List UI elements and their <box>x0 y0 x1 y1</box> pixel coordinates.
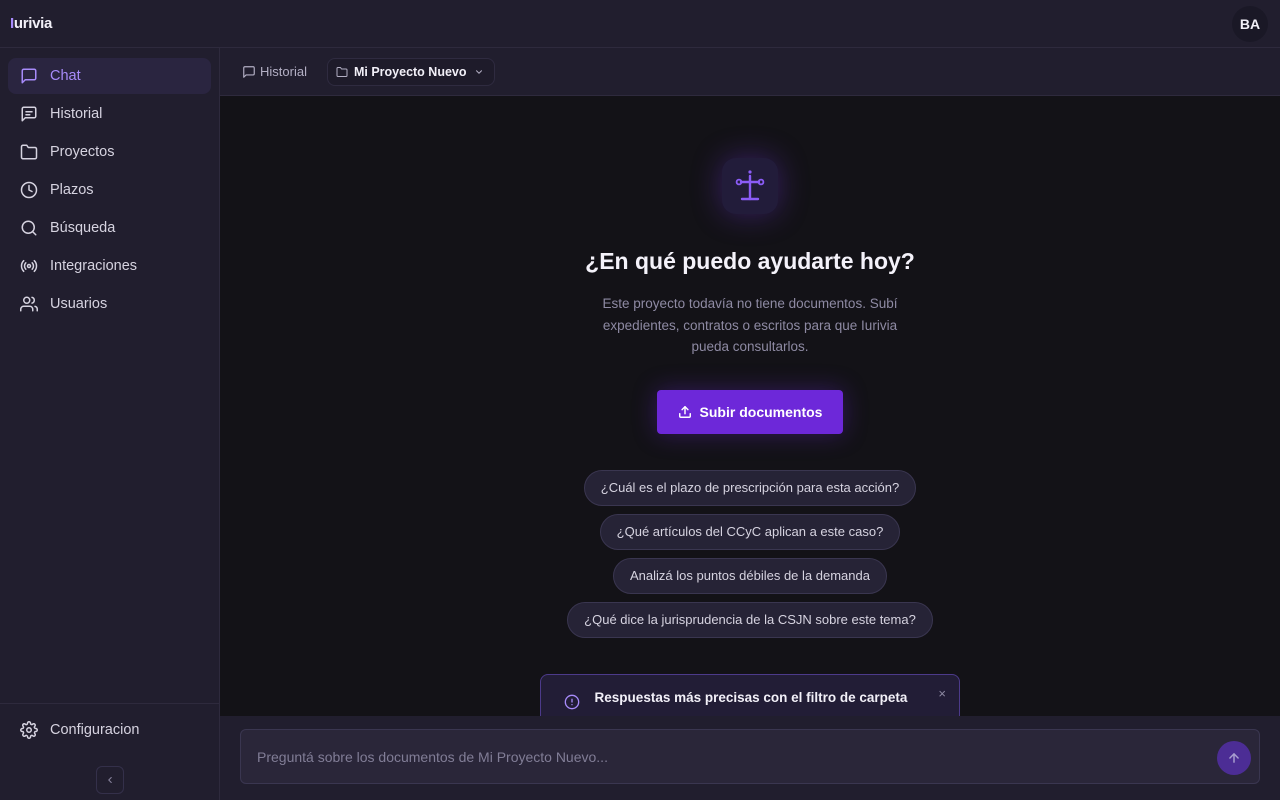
history-link-label: Historial <box>260 64 307 79</box>
sidebar-nav: Chat Historial Proyectos Plazos Búsqueda <box>0 48 219 334</box>
clock-icon <box>20 181 38 199</box>
history-link[interactable]: Historial <box>242 64 307 79</box>
sidebar-item-label: Plazos <box>50 182 94 198</box>
close-icon[interactable]: × <box>938 686 946 701</box>
logo-text: urivia <box>13 15 53 32</box>
users-icon <box>20 295 38 313</box>
folder-icon <box>20 143 38 161</box>
sidebar-item-label: Búsqueda <box>50 220 116 236</box>
arrow-up-icon <box>1229 753 1239 763</box>
sidebar-item-chat[interactable]: Chat <box>8 58 211 94</box>
sidebar-item-label: Proyectos <box>50 144 115 160</box>
message-list-icon <box>20 105 38 123</box>
collapse-sidebar-button[interactable] <box>95 766 124 794</box>
notice-title: Respuestas más precisas con el filtro de… <box>594 690 908 705</box>
main-header: Historial Mi Proyecto Nuevo <box>220 48 1280 96</box>
sidebar-item-integraciones[interactable]: Integraciones <box>8 248 211 284</box>
chevron-left-icon <box>107 776 112 784</box>
app-logo[interactable]: Iurivia <box>10 15 52 32</box>
composer-box <box>240 729 1260 784</box>
chat-empty-state: ¿En qué puedo ayudarte hoy? Este proyect… <box>220 96 1280 716</box>
sidebar-item-historial[interactable]: Historial <box>8 96 211 132</box>
gear-icon <box>20 721 38 739</box>
chat-input[interactable] <box>241 730 1201 783</box>
project-name: Mi Proyecto Nuevo <box>353 64 467 79</box>
folder-icon <box>336 66 348 77</box>
sidebar-item-proyectos[interactable]: Proyectos <box>8 134 211 170</box>
message-square-icon <box>243 65 255 78</box>
sidebar: Chat Historial Proyectos Plazos Búsqueda <box>0 48 220 800</box>
empty-state-description: Este proyecto todavía no tiene documento… <box>602 296 898 354</box>
sidebar-item-label: Usuarios <box>50 296 108 312</box>
suggestion-list: ¿Cuál es el plazo de prescripción para e… <box>220 470 1280 646</box>
suggestion-chip[interactable]: Analizá los puntos débiles de la demanda <box>613 558 887 594</box>
sidebar-item-busqueda[interactable]: Búsqueda <box>8 210 211 246</box>
chevron-down-icon <box>475 69 482 74</box>
sidebar-item-label: Configuracion <box>50 722 140 738</box>
user-avatar[interactable]: BA <box>1232 5 1268 42</box>
broadcast-icon <box>20 257 38 275</box>
upload-documents-label: Subir documentos <box>699 404 823 420</box>
suggestion-chip[interactable]: ¿Qué artículos del CCyC aplican a este c… <box>599 514 901 550</box>
folder-filter-notice: Respuestas más precisas con el filtro de… <box>540 674 960 716</box>
sidebar-item-label: Historial <box>50 106 103 122</box>
send-button[interactable] <box>1217 741 1251 775</box>
scales-icon <box>722 158 778 214</box>
sidebar-item-usuarios[interactable]: Usuarios <box>8 286 211 322</box>
project-selector[interactable]: Mi Proyecto Nuevo <box>326 57 495 86</box>
search-icon <box>20 219 38 237</box>
composer <box>220 716 1280 800</box>
upload-icon <box>678 406 691 418</box>
upload-documents-button[interactable]: Subir documentos <box>657 390 843 434</box>
sidebar-item-label: Integraciones <box>50 258 138 274</box>
top-bar: Iurivia BA <box>0 0 1280 48</box>
message-square-icon <box>20 67 38 85</box>
suggestion-chip[interactable]: ¿Cuál es el plazo de prescripción para e… <box>583 470 917 506</box>
page-title: ¿En qué puedo ayudarte hoy? <box>585 248 915 274</box>
sidebar-item-plazos[interactable]: Plazos <box>8 172 211 208</box>
sidebar-item-configuracion[interactable]: Configuracion <box>8 712 211 748</box>
suggestion-chip[interactable]: ¿Qué dice la jurisprudencia de la CSJN s… <box>567 602 933 638</box>
sidebar-footer: Configuracion <box>0 703 219 800</box>
sidebar-item-label: Chat <box>50 68 81 84</box>
